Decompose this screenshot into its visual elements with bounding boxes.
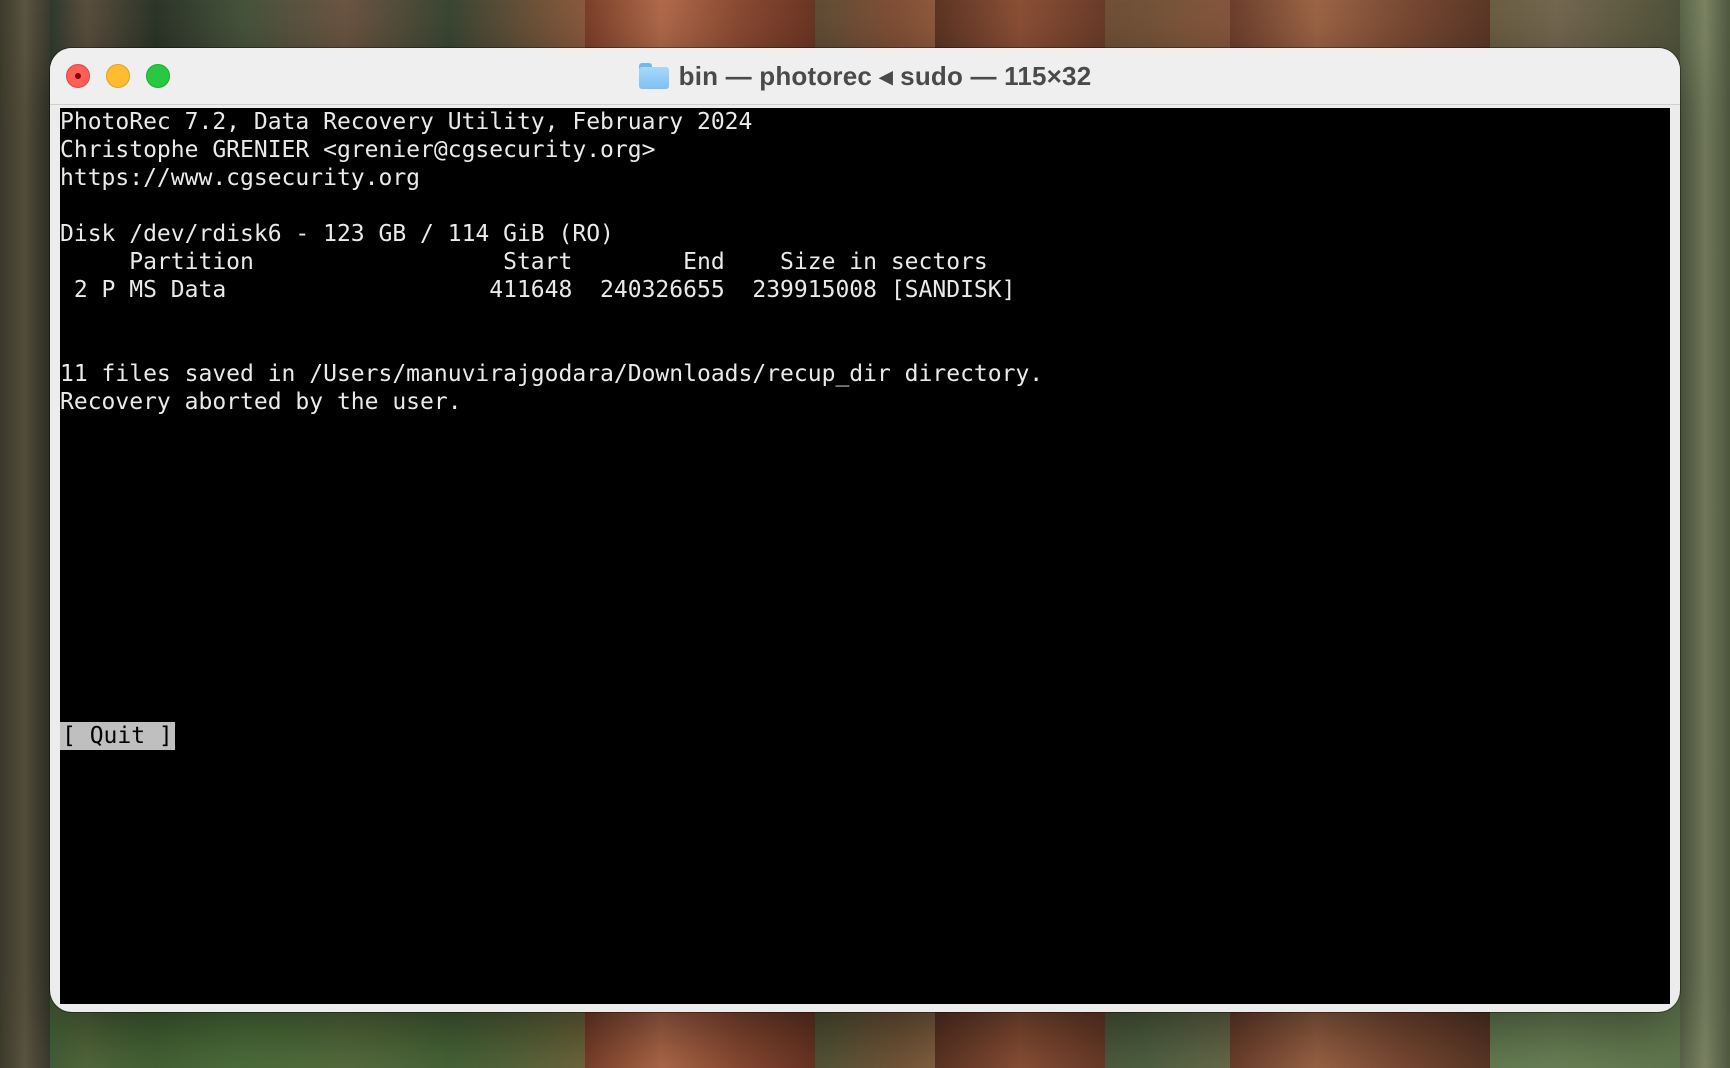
terminal-line: https://www.cgsecurity.org bbox=[60, 165, 421, 191]
terminal-window: bin — photorec ◂ sudo — 115×32 PhotoRec … bbox=[50, 48, 1680, 1012]
terminal-line: Recovery aborted by the user. bbox=[60, 389, 462, 415]
terminal-line: Disk /dev/rdisk6 - 123 GB / 114 GiB (RO) bbox=[60, 221, 614, 247]
terminal-line: 11 files saved in /Users/manuvirajgodara… bbox=[60, 361, 1044, 387]
quit-button[interactable]: [ Quit ] bbox=[60, 722, 175, 750]
terminal-line: 2 P MS Data 411648 240326655 239915008 [… bbox=[60, 277, 1016, 303]
wallpaper-trunk bbox=[1680, 0, 1730, 1068]
window-title: bin — photorec ◂ sudo — 115×32 bbox=[678, 60, 1092, 91]
wallpaper-trunk bbox=[0, 0, 50, 1068]
folder-icon bbox=[638, 63, 669, 89]
terminal-screen[interactable]: PhotoRec 7.2, Data Recovery Utility, Feb… bbox=[60, 108, 1670, 1004]
window-title-group: bin — photorec ◂ sudo — 115×32 bbox=[50, 48, 1680, 104]
terminal-line: PhotoRec 7.2, Data Recovery Utility, Feb… bbox=[60, 109, 753, 135]
title-bar[interactable]: bin — photorec ◂ sudo — 115×32 bbox=[50, 48, 1680, 105]
terminal-line: Partition Start End Size in sectors bbox=[60, 249, 988, 275]
terminal-line: Christophe GRENIER <grenier@cgsecurity.o… bbox=[60, 137, 656, 163]
